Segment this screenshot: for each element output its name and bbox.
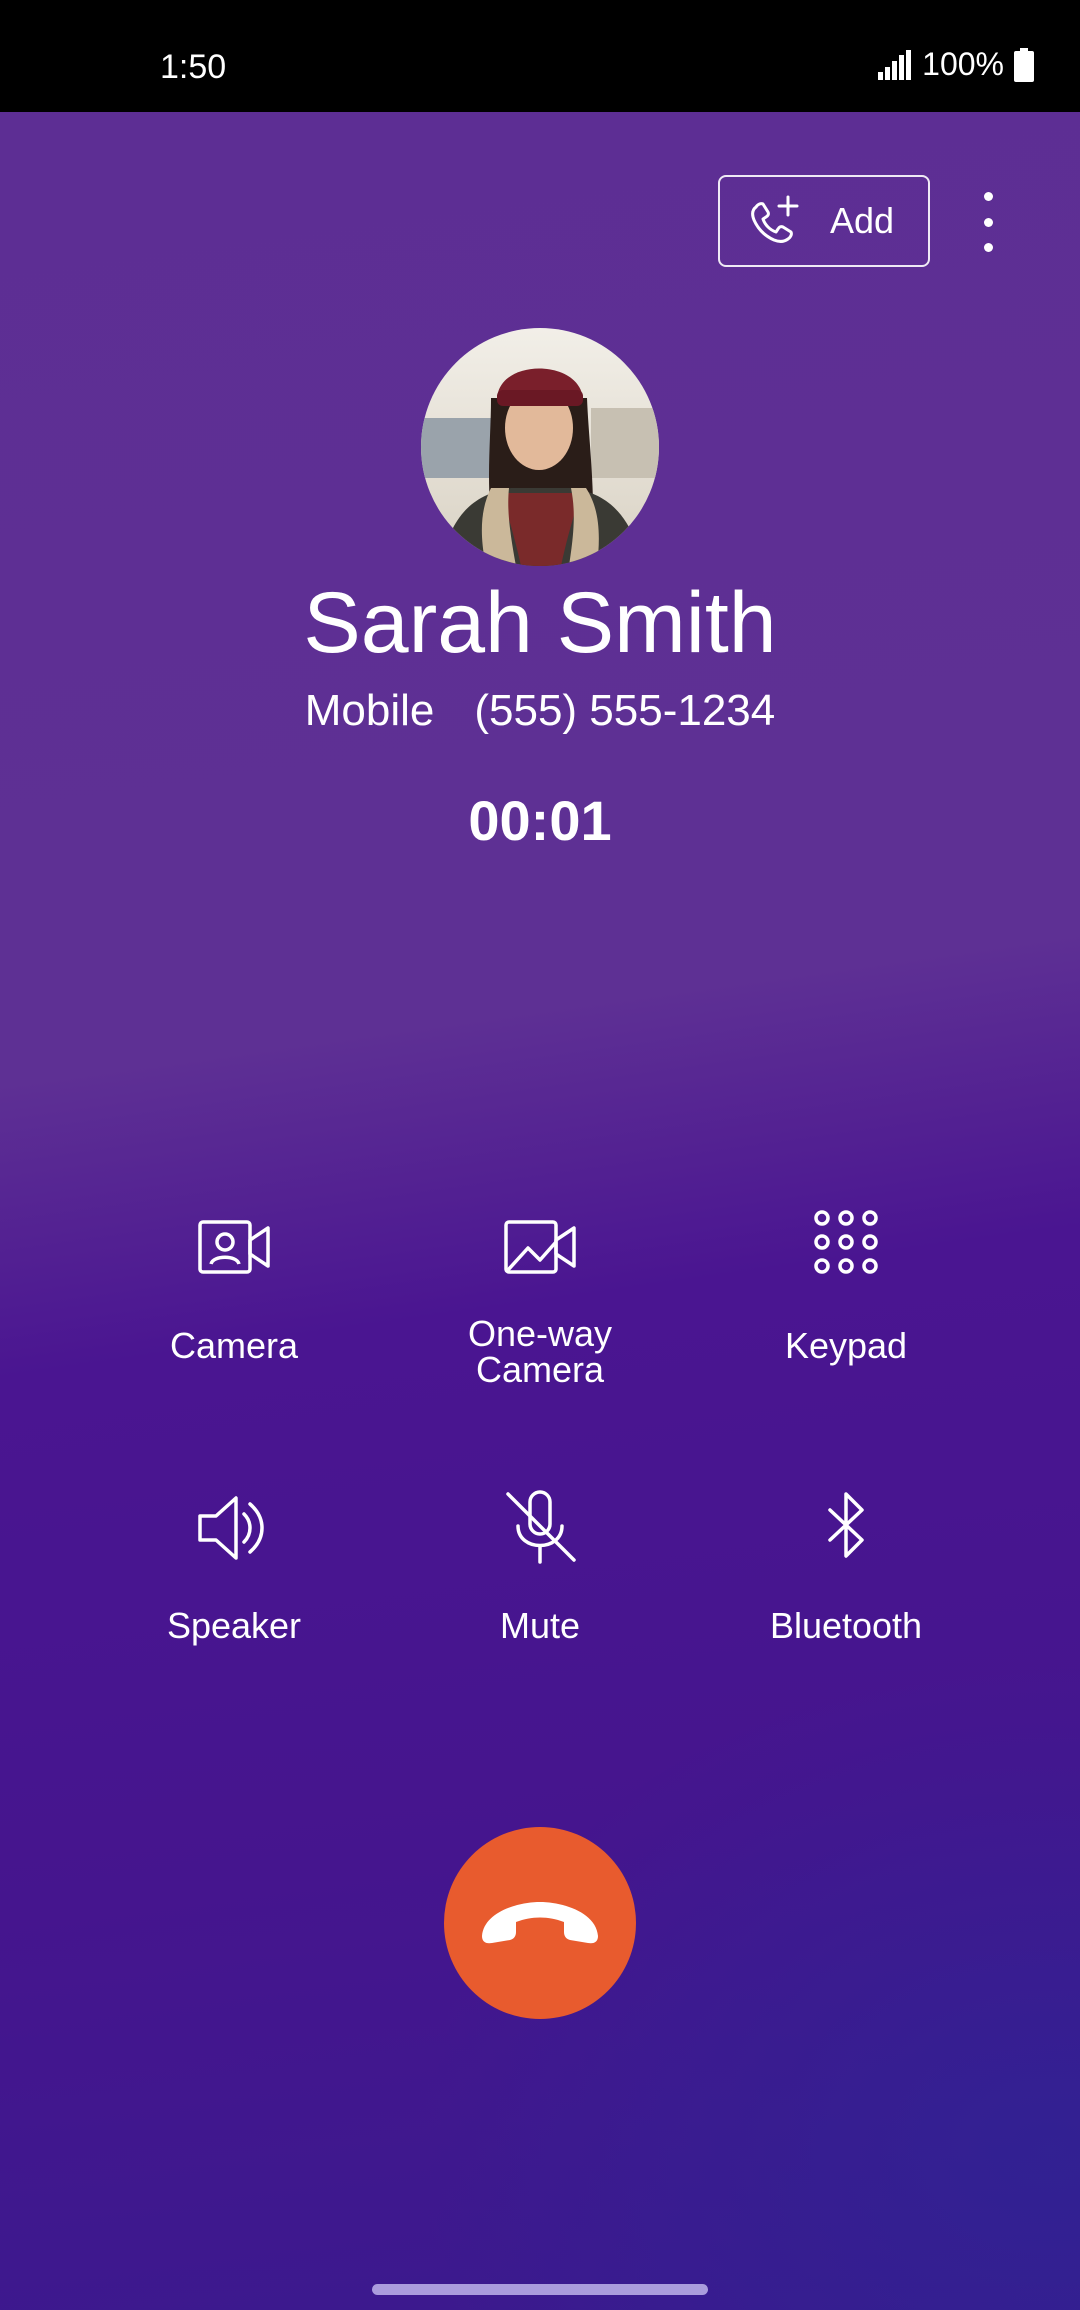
mute-label: Mute (499, 1605, 581, 1646)
camera-icon (198, 1220, 270, 1274)
call-timer: 00:01 (468, 789, 612, 852)
mute-button[interactable]: Mute (390, 1488, 690, 1644)
speaker-button[interactable]: Speaker (84, 1488, 384, 1644)
speaker-icon (198, 1496, 264, 1560)
end-call-button[interactable] (444, 1827, 636, 2019)
one-way-camera-label-2: Camera (475, 1349, 605, 1390)
add-call-label: Add (830, 200, 895, 241)
more-options-button[interactable] (968, 192, 1008, 252)
contact-number-line: Mobile (555) 555-1234 (0, 686, 1080, 736)
end-call-icon (482, 1902, 598, 1944)
camera-label: Camera (169, 1325, 299, 1366)
status-indicators: 100% (878, 46, 1034, 83)
status-bar: 1:50 100% (0, 0, 1080, 112)
status-time: 1:50 (160, 48, 227, 86)
number-type: Mobile (304, 686, 435, 735)
keypad-label: Keypad (784, 1325, 908, 1366)
one-way-camera-label-1: One-way (467, 1313, 613, 1354)
home-indicator[interactable] (372, 2284, 708, 2295)
battery-icon (1014, 47, 1034, 82)
contact-avatar (421, 328, 659, 566)
signal-icon (878, 49, 912, 80)
keypad-icon (814, 1210, 878, 1274)
keypad-button[interactable]: Keypad (696, 1208, 996, 1364)
phone-number: (555) 555-1234 (474, 686, 776, 735)
battery-percent: 100% (922, 46, 1004, 82)
bluetooth-label: Bluetooth (769, 1605, 923, 1646)
speaker-label: Speaker (166, 1605, 302, 1646)
camera-button[interactable]: Camera (84, 1208, 384, 1364)
one-way-camera-button[interactable]: One-way Camera (390, 1208, 690, 1388)
add-call-button[interactable]: Add (718, 175, 930, 267)
add-call-icon (751, 195, 799, 243)
more-vert-icon (983, 192, 993, 201)
contact-name: Sarah Smith (303, 575, 777, 671)
bluetooth-icon (828, 1492, 864, 1558)
one-way-camera-icon (504, 1220, 576, 1274)
bluetooth-button[interactable]: Bluetooth (696, 1488, 996, 1644)
mute-icon (506, 1490, 576, 1564)
